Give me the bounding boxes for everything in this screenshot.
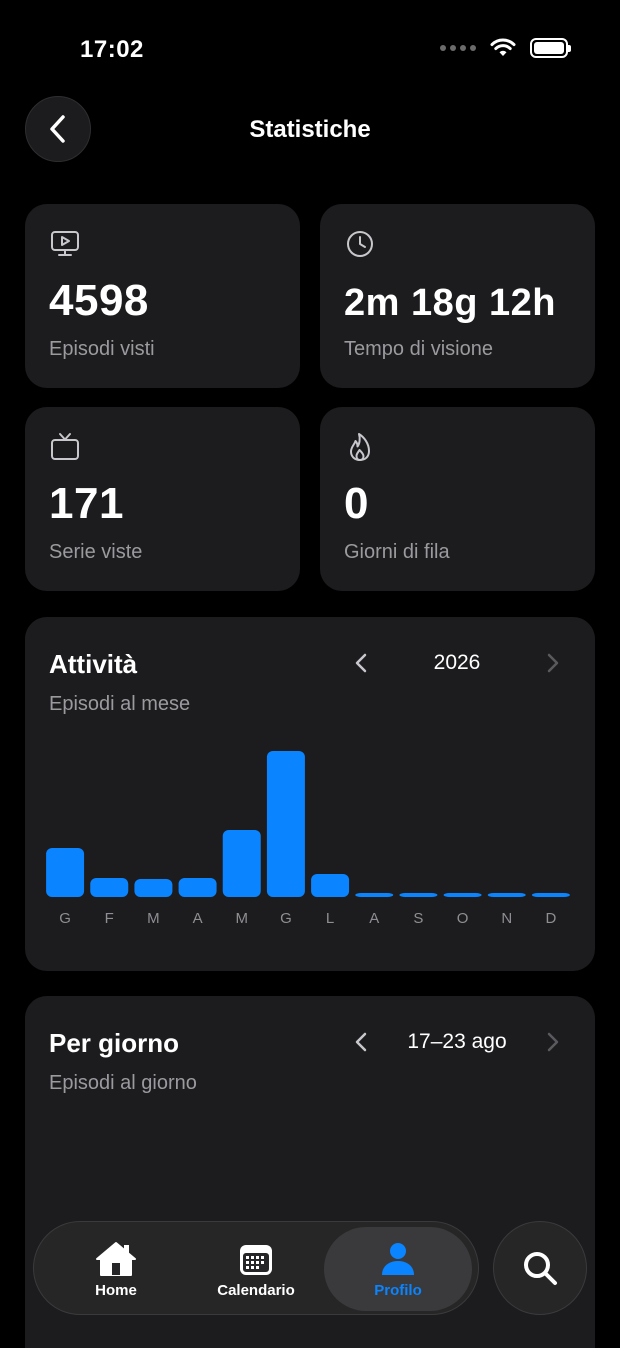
tab-label: Profilo (374, 1281, 422, 1299)
bar-4 (222, 830, 261, 897)
chevron-left-icon (355, 1032, 367, 1052)
tick-label: A (193, 910, 203, 927)
battery-icon (530, 38, 571, 58)
bar-2 (134, 879, 173, 897)
bar-9 (443, 893, 482, 897)
nav-header: Statistiche (0, 94, 620, 164)
tick-label: L (326, 910, 334, 927)
bar-8 (399, 893, 438, 897)
search-icon (524, 1252, 557, 1285)
tab-calendar[interactable]: Calendario (186, 1222, 326, 1316)
stat-label: Episodi visti (49, 338, 155, 360)
tab-label: Home (95, 1281, 137, 1299)
stat-label: Tempo di visione (344, 338, 493, 360)
next-week-button[interactable] (539, 1028, 567, 1056)
cellular-signal-icon (440, 45, 476, 51)
search-button[interactable] (493, 1221, 587, 1315)
tab-home[interactable]: Home (46, 1222, 186, 1316)
week-label: 17–23 ago (407, 1030, 507, 1053)
bar-6 (311, 874, 350, 897)
tv-icon (51, 433, 79, 460)
stat-value: 0 (344, 479, 369, 528)
tick-label: F (105, 910, 114, 927)
home-icon (96, 1241, 136, 1276)
bar-3 (178, 878, 217, 897)
activity-title: Attività (49, 649, 138, 679)
bar-0 (46, 848, 85, 897)
chevron-left-icon (355, 653, 367, 673)
bar-7 (355, 893, 394, 897)
tab-profile[interactable]: Profilo (324, 1227, 472, 1311)
status-time: 17:02 (80, 36, 144, 63)
tick-label: N (501, 910, 512, 927)
stat-card-series: 171 Serie viste (25, 407, 300, 591)
tick-label: A (369, 910, 379, 927)
tick-label: M (147, 910, 160, 927)
stat-value: 2m 18g 12h (344, 282, 556, 324)
tick-label: G (280, 910, 292, 927)
tab-label: Calendario (217, 1281, 295, 1299)
status-icons (440, 38, 571, 58)
previous-year-button[interactable] (347, 649, 375, 677)
tick-label: O (457, 910, 469, 927)
chevron-right-icon (547, 653, 559, 673)
tick-label: D (545, 910, 556, 927)
chevron-right-icon (547, 1032, 559, 1052)
year-label: 2026 (433, 651, 481, 674)
bar-11 (531, 893, 570, 897)
bar-5 (266, 751, 305, 897)
monitor-play-icon (51, 231, 79, 256)
stat-value: 4598 (49, 276, 149, 325)
per-day-subtitle: Episodi al giorno (49, 1072, 197, 1094)
activity-subtitle: Episodi al mese (49, 693, 191, 715)
tick-label: M (236, 910, 249, 927)
clock-icon (347, 231, 373, 257)
tick-label: G (59, 910, 71, 927)
calendar-icon (240, 1244, 272, 1275)
week-selector: 17–23 ago (347, 1026, 567, 1058)
status-bar: 17:02 (0, 0, 620, 100)
next-year-button[interactable] (539, 649, 567, 677)
stat-value: 171 (49, 479, 124, 528)
bar-10 (487, 893, 526, 897)
person-icon (382, 1242, 414, 1275)
bar-1 (90, 878, 129, 897)
stat-card-episodes: 4598 Episodi visti (25, 204, 300, 388)
flame-icon (350, 433, 370, 461)
activity-card: Attività Episodi al mese 2026 G F M A M G L A S O… (25, 617, 595, 971)
per-day-title: Per giorno (49, 1028, 180, 1058)
stat-label: Giorni di fila (344, 541, 450, 563)
stat-label: Serie viste (49, 541, 143, 563)
monthly-episodes-chart: GFMAMGLASOND (46, 751, 570, 927)
previous-week-button[interactable] (347, 1028, 375, 1056)
stat-card-streak: 0 Giorni di fila (320, 407, 595, 591)
stat-card-watch-time: 2m 18g 12h Tempo di visione (320, 204, 595, 388)
tick-label: S (413, 910, 423, 927)
wifi-icon (490, 38, 516, 56)
year-selector: 2026 (347, 647, 567, 679)
tab-bar: Home Calendario Profilo (33, 1221, 479, 1315)
page-title: Statistiche (249, 116, 371, 143)
